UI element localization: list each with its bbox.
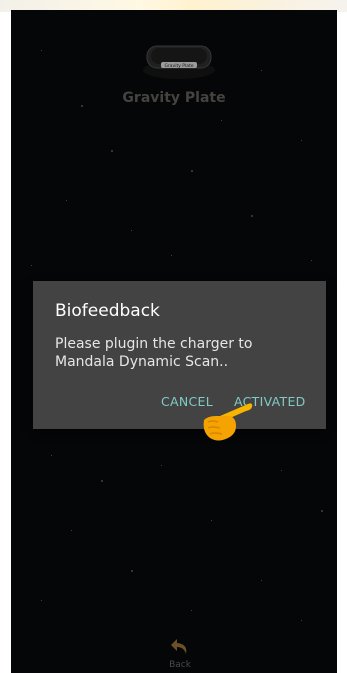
back-label: Back: [169, 660, 191, 670]
pointing-hand-icon: [203, 403, 253, 441]
app-screen: Gravity Plate Gravity Plate Biofeedback …: [11, 10, 337, 673]
biofeedback-dialog: Biofeedback Please plugin the charger to…: [33, 281, 326, 429]
back-button[interactable]: Back: [161, 634, 199, 673]
dialog-title: Biofeedback: [55, 301, 160, 321]
undo-arrow-icon: [171, 639, 187, 654]
dialog-message: Please plugin the charger to Mandala Dyn…: [55, 336, 253, 370]
